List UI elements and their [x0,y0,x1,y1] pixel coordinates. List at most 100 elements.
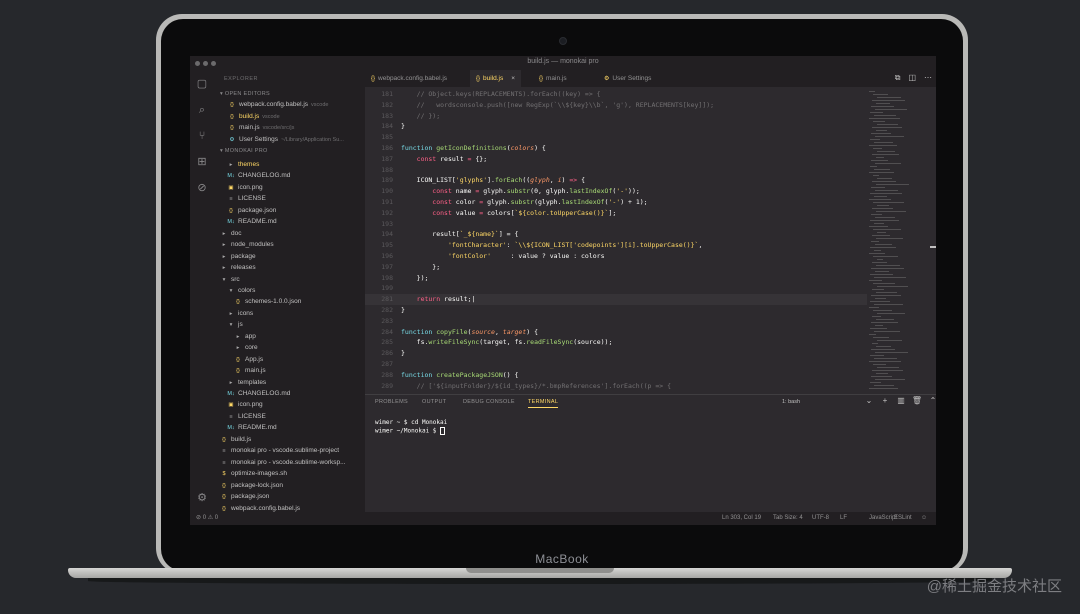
project-header[interactable]: ▾ MONOKAI PRO [220,148,268,154]
status-item[interactable]: ESLint [894,512,912,525]
tree-item[interactable]: ▾ js [214,319,365,330]
tree-item[interactable]: ≡ LICENSE [214,193,365,204]
tree-item[interactable]: ▣ icon.png [214,182,365,193]
js-file-icon: {} [371,76,376,82]
tab-user-settings[interactable]: ⚙ User Settings [598,70,657,87]
tree-item[interactable]: ▸ app [214,331,365,342]
kill-terminal-icon[interactable]: 🗑 [909,396,925,405]
chevron-right-icon: ▸ [222,242,226,249]
code-line: 182 // wordsconsole.push([new RegExp(`\\… [365,100,867,111]
tree-item[interactable]: ▸ package [214,251,365,262]
tree-item-label: js [238,321,243,329]
file-icon: ≡ [229,413,233,420]
maximize-panel-icon[interactable]: ⌃ [925,396,936,405]
tree-item[interactable]: ▸ releases [214,262,365,273]
status-item[interactable]: JavaScript [869,512,897,525]
code-line: 181 // Object.keys(REPLACEMENTS).forEach… [365,89,867,100]
tree-item[interactable]: ≡ monokai pro - vscode.sublime-worksp... [214,457,365,468]
source-control-icon[interactable]: ⑂ [196,130,208,142]
tree-item-label: monokai pro - vscode.sublime-project [231,447,340,455]
settings-icon[interactable]: ⚙ [196,492,208,504]
tree-item-label: app [245,332,256,340]
tree-item-label: CHANGELOG.md [238,172,291,180]
tree-item[interactable]: M↓ CHANGELOG.md [214,388,365,399]
tree-item[interactable]: ▸ themes [214,159,365,170]
minimap[interactable] [867,87,930,394]
tree-item[interactable]: {} webpack.config.babel.js [214,503,365,513]
terminal-select[interactable]: 1: bash [782,399,800,405]
minimap-line [877,97,901,98]
tree-item[interactable]: ≡ LICENSE [214,411,365,422]
tab-build-js[interactable]: {} build.js × [470,70,522,87]
panel-tab-terminal[interactable]: TERMINAL [528,399,559,408]
minimap-line [871,187,885,188]
open-editor-item[interactable]: ⚙ User Settings ~/Library/Application Su..… [214,134,365,145]
tree-item[interactable]: {} package.json [214,491,365,502]
code-text: const value = colors[`${color.toUpperCas… [401,208,617,217]
status-item[interactable]: Ln 303, Col 19 [722,512,761,525]
tree-item[interactable]: {} schemes-1.0.0.json [214,296,365,307]
panel-tab-debug-console[interactable]: DEBUG CONSOLE [463,399,515,405]
code-text: result[`_${name}`] = { [401,230,519,239]
status-item[interactable]: ☺ [921,512,927,525]
open-editor-path: vscode [262,113,280,120]
code-editor[interactable]: 181 // Object.keys(REPLACEMENTS).forEach… [365,87,867,394]
tree-item-label: package-lock.json [231,481,284,489]
tree-item[interactable]: {} build.js [214,434,365,445]
tree-item[interactable]: ▸ node_modules [214,239,365,250]
extensions-icon[interactable]: ⊞ [196,156,208,168]
tree-item[interactable]: M↓ README.md [214,422,365,433]
open-editor-item[interactable]: {} main.js vscode/src/js [214,122,365,133]
open-editors-header[interactable]: ▾ OPEN EDITORS [220,91,270,97]
minimap-line [870,301,890,302]
tree-item[interactable]: ▸ core [214,342,365,353]
minimap-line [873,148,882,149]
status-item[interactable]: Tab Size: 4 [773,512,803,525]
open-editor-item[interactable]: {} build.js vscode [214,111,365,122]
panel-tab-output[interactable]: OUTPUT [422,399,446,405]
tree-item[interactable]: M↓ CHANGELOG.md [214,170,365,181]
panel-tab-problems[interactable]: PROBLEMS [375,399,408,405]
tree-item[interactable]: ▸ templates [214,377,365,388]
open-changes-icon[interactable]: ⧉ [895,73,901,82]
minimap-line [871,241,879,242]
tab-main-js[interactable]: {} main.js [533,70,573,87]
status-item[interactable]: UTF-8 [812,512,829,525]
laptop-brand: MacBook [535,552,589,566]
tree-item[interactable]: $ optimize-images.sh [214,468,365,479]
tree-item[interactable]: M↓ README.md [214,216,365,227]
tree-item-label: LICENSE [238,195,266,203]
tree-item[interactable]: ▸ doc [214,228,365,239]
scrollbar-marker[interactable] [930,246,936,248]
tree-item[interactable]: ▣ icon.png [214,399,365,410]
split-terminal-icon[interactable]: ▥ [893,396,909,405]
close-tab-icon[interactable]: × [511,75,515,82]
more-actions-icon[interactable]: ⋯ [924,73,932,82]
new-terminal-icon[interactable]: + [877,396,893,405]
tree-item[interactable]: {} main.js [214,365,365,376]
tree-item[interactable]: ▸ icons [214,308,365,319]
tree-item[interactable]: {} package-lock.json [214,480,365,491]
problems-indicator[interactable]: ⊘ 0 ⚠ 0 [196,512,218,525]
minimap-line [873,364,886,365]
terminal-dropdown-icon[interactable]: ⌄ [861,396,877,405]
code-text: function getIconDefinitions(colors) { [401,144,546,152]
tab-label: build.js [483,75,504,82]
tree-item-label: templates [238,378,267,386]
tree-item-label: package.json [231,493,270,501]
search-icon[interactable]: ⌕ [196,104,208,116]
tree-item[interactable]: {} package.json [214,205,365,216]
minimap-line [877,367,899,368]
open-editor-item[interactable]: {} webpack.config.babel.js vscode [214,99,365,110]
split-editor-icon[interactable]: ◫ [908,73,916,82]
debug-icon[interactable]: ⊘ [196,182,208,194]
files-icon[interactable]: ▢ [196,78,208,90]
tree-item[interactable]: {} App.js [214,354,365,365]
code-line: 288 function createPackageJSON() { [365,370,867,381]
tab-webpack-config-babel-js[interactable]: {} webpack.config.babel.js [365,70,453,87]
status-item[interactable]: LF [840,512,847,525]
tree-item[interactable]: ▾ src [214,274,365,285]
tree-item[interactable]: ≡ monokai pro - vscode.sublime-project [214,445,365,456]
tree-item[interactable]: ▾ colors [214,285,365,296]
minimap-line [877,124,898,125]
